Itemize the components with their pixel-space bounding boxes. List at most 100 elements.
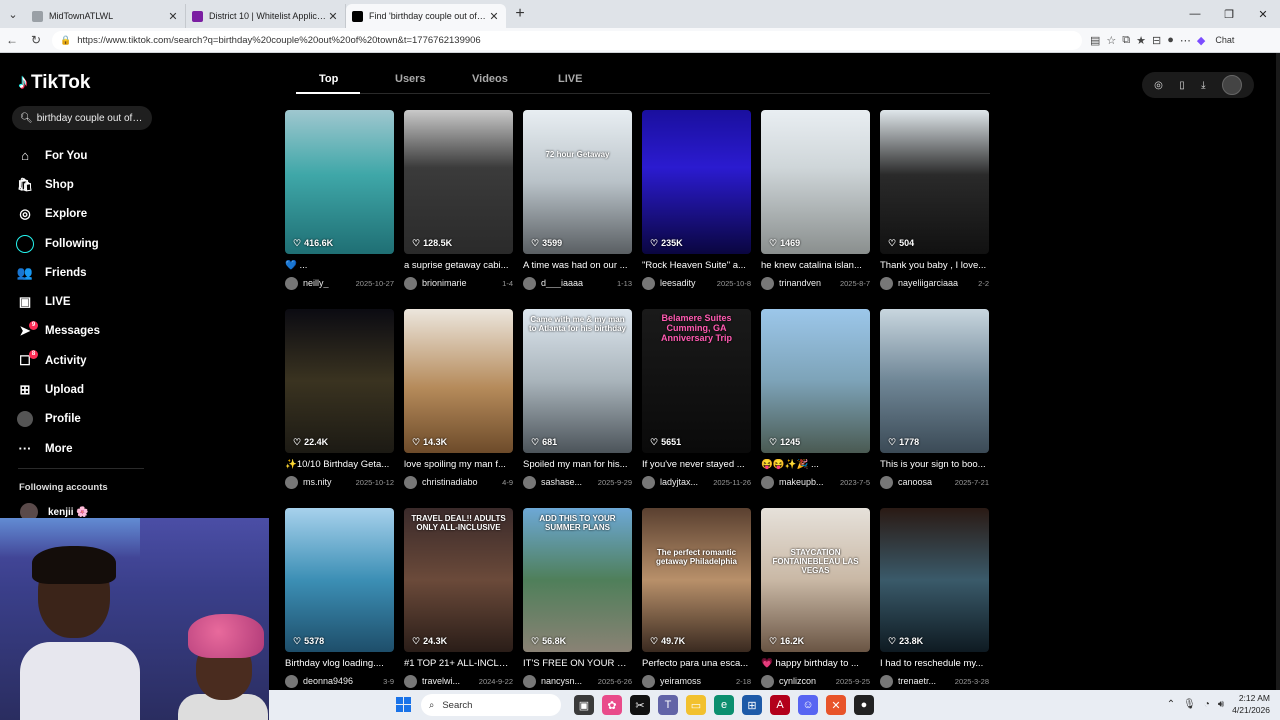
menu-dots-icon[interactable]: ⋯ xyxy=(1180,34,1191,47)
video-description[interactable]: 💗 happy birthday to ... xyxy=(761,658,870,670)
video-card[interactable]: ♡ 22.4K ✨10/10 Birthday Geta... ms.nity 2… xyxy=(285,309,394,489)
video-author[interactable]: brionimarie xyxy=(422,278,498,288)
video-author[interactable]: yeiramoss xyxy=(660,676,732,686)
avatar[interactable] xyxy=(880,276,893,290)
close-icon[interactable]: ✕ xyxy=(327,10,339,23)
video-description[interactable]: I had to reschedule my... xyxy=(880,658,989,670)
sidebar-item-messages[interactable]: ➤ 9 Messages xyxy=(16,317,166,346)
chevron-up-icon[interactable]: ⌃ xyxy=(1167,699,1175,710)
video-card[interactable]: ♡ 1778 This is your sign to boo... canoos… xyxy=(880,309,989,489)
video-description[interactable]: IT'S FREE ON YOUR BI... xyxy=(523,658,632,670)
favorites-icon[interactable]: ★ xyxy=(1136,34,1146,47)
minimize-icon[interactable]: — xyxy=(1178,8,1212,21)
sidebar-item-live[interactable]: ▣ LIVE xyxy=(16,287,166,316)
video-author[interactable]: trinandven xyxy=(779,278,836,288)
avatar[interactable] xyxy=(642,475,655,489)
avatar[interactable] xyxy=(642,674,655,688)
mic-icon[interactable]: 🎙︎ xyxy=(1183,699,1196,710)
video-card[interactable]: ♡ 23.8K I had to reschedule my... trenaet… xyxy=(880,508,989,688)
sidebar-item-profile[interactable]: Profile xyxy=(16,405,166,434)
video-thumbnail[interactable]: ♡ 504 xyxy=(880,110,989,254)
avatar[interactable] xyxy=(642,276,655,290)
sidebar-item-for-you[interactable]: ⌂ For You xyxy=(16,141,166,170)
video-thumbnail[interactable]: ♡ 23.8K xyxy=(880,508,989,652)
favorite-icon[interactable]: ☆ xyxy=(1106,34,1116,47)
app-icon[interactable]: ● xyxy=(854,695,874,715)
video-card[interactable]: 72 hour Getaway ♡ 3599 A time was had on … xyxy=(523,110,632,290)
video-thumbnail[interactable]: ♡ 22.4K xyxy=(285,309,394,453)
video-card[interactable]: ♡ 1469 he knew catalina islan... trinandv… xyxy=(761,110,870,290)
sidebar-item-activity[interactable]: ☐ 8 Activity xyxy=(16,346,166,375)
teams-icon[interactable]: T xyxy=(658,695,678,715)
refresh-icon[interactable]: ↻ xyxy=(24,33,48,47)
sidebar-item-more[interactable]: ··· More xyxy=(16,434,166,463)
volume-icon[interactable]: 🔊︎ xyxy=(1218,699,1224,710)
video-description[interactable]: 💙 ... xyxy=(285,260,394,272)
video-description[interactable]: Thank you baby , I love... xyxy=(880,260,989,272)
video-thumbnail[interactable]: ♡ 235K xyxy=(642,110,751,254)
video-thumbnail[interactable]: Belamere Suites Cumming, GA Anniversary … xyxy=(642,309,751,453)
video-thumbnail[interactable]: ♡ 1245 xyxy=(761,309,870,453)
video-author[interactable]: nayeliigarciaaa xyxy=(898,278,974,288)
video-description[interactable]: If you've never stayed ... xyxy=(642,459,751,471)
video-thumbnail[interactable]: ADD THIS TO YOUR SUMMER PLANS ♡ 56.8K xyxy=(523,508,632,652)
reader-icon[interactable]: ▤ xyxy=(1090,34,1100,47)
sidebar-item-friends[interactable]: 👥 Friends xyxy=(16,258,166,287)
restore-icon[interactable]: ❐ xyxy=(1212,8,1246,21)
video-author[interactable]: ladyjtax... xyxy=(660,477,709,487)
video-description[interactable]: This is your sign to boo... xyxy=(880,459,989,471)
video-author[interactable]: sashase... xyxy=(541,477,594,487)
clock[interactable]: 2:12 AM 4/21/2026 xyxy=(1232,692,1270,716)
video-card[interactable]: TRAVEL DEAL!! ADULTS ONLY ALL-INCLUSIVE … xyxy=(404,508,513,688)
page-scrollbar[interactable] xyxy=(1276,53,1280,690)
video-description[interactable]: a suprise getaway cabi... xyxy=(404,260,513,272)
video-author[interactable]: deonna9496 xyxy=(303,676,379,686)
browser-tab[interactable]: District 10 | Whitelist Application ✕ xyxy=(186,4,346,28)
url-input[interactable]: 🔒 https://www.tiktok.com/search?q=birthd… xyxy=(52,30,1082,50)
avatar[interactable] xyxy=(880,674,893,688)
video-thumbnail[interactable]: ♡ 14.3K xyxy=(404,309,513,453)
video-description[interactable]: "Rock Heaven Suite" a... xyxy=(642,260,751,272)
video-author[interactable]: ms.nity xyxy=(303,477,352,487)
sidebar-item-explore[interactable]: ◎ Explore xyxy=(16,200,166,229)
tab-list-button[interactable]: ⌄ xyxy=(0,0,26,28)
video-author[interactable]: canoosa xyxy=(898,477,951,487)
tab-top[interactable]: Top xyxy=(319,73,338,85)
video-description[interactable]: love spoiling my man f... xyxy=(404,459,513,471)
avatar[interactable] xyxy=(523,674,536,688)
video-thumbnail[interactable]: ♡ 128.5K xyxy=(404,110,513,254)
copilot-icon[interactable]: ◆ xyxy=(1197,34,1205,47)
avatar[interactable] xyxy=(404,475,417,489)
discord-icon[interactable]: ☺ xyxy=(798,695,818,715)
avatar[interactable] xyxy=(404,674,417,688)
back-icon[interactable]: ← xyxy=(0,33,24,47)
avatar[interactable] xyxy=(761,276,774,290)
video-thumbnail[interactable]: ♡ 1469 xyxy=(761,110,870,254)
video-thumbnail[interactable]: STAYCATION FONTAINEBLEAU LAS VEGAS ♡ 16.2… xyxy=(761,508,870,652)
video-author[interactable]: nancysn... xyxy=(541,676,594,686)
video-card[interactable]: ♡ 504 Thank you baby , I love... nayeliig… xyxy=(880,110,989,290)
wifi-icon[interactable]: ◔ xyxy=(1204,699,1210,710)
video-thumbnail[interactable]: Came with me & my man to Atlanta for his… xyxy=(523,309,632,453)
video-author[interactable]: travelwi... xyxy=(422,676,475,686)
video-card[interactable]: Belamere Suites Cumming, GA Anniversary … xyxy=(642,309,751,489)
tiktok-logo[interactable]: ♪ TikTok xyxy=(18,71,90,94)
app-icon[interactable]: ✕ xyxy=(826,695,846,715)
windows-start-icon[interactable] xyxy=(396,697,411,712)
app-icon[interactable]: ✿ xyxy=(602,695,622,715)
close-icon[interactable]: ✕ xyxy=(488,10,500,23)
avatar[interactable] xyxy=(880,475,893,489)
acrobat-icon[interactable]: A xyxy=(770,695,790,715)
avatar[interactable] xyxy=(1221,75,1242,95)
extensions-icon[interactable]: ⧉ xyxy=(1122,34,1130,47)
capcut-icon[interactable]: ✂ xyxy=(630,695,650,715)
avatar[interactable] xyxy=(761,674,774,688)
collections-icon[interactable]: ⊟ xyxy=(1152,34,1161,47)
video-description[interactable]: ✨10/10 Birthday Geta... xyxy=(285,459,394,471)
video-thumbnail[interactable]: The perfect romantic getaway Philadelphi… xyxy=(642,508,751,652)
coin-icon[interactable]: ◎ xyxy=(1154,80,1163,91)
edge-icon[interactable]: e xyxy=(714,695,734,715)
video-description[interactable]: 😝😝✨🎉 ... xyxy=(761,459,870,471)
new-tab-button[interactable]: + xyxy=(506,5,534,23)
video-card[interactable]: ♡ 235K "Rock Heaven Suite" a... leesadity… xyxy=(642,110,751,290)
